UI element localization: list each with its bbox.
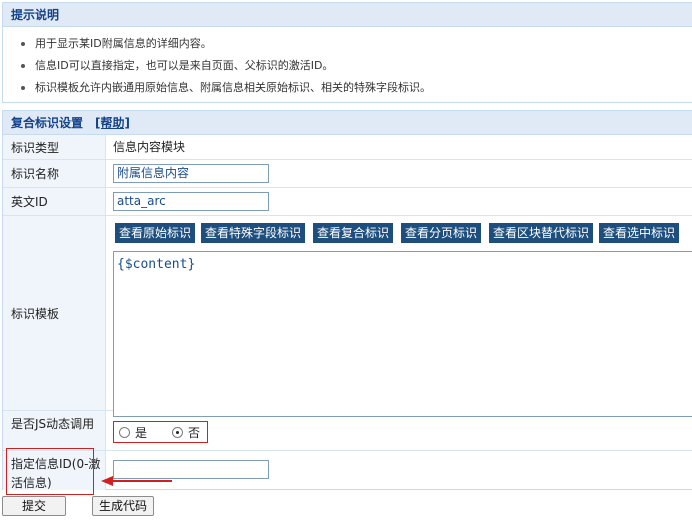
row-tag-name: 标识名称 附属信息内容 [3, 160, 692, 188]
tips-panel: 提示说明 用于显示某ID附属信息的详细内容。 信息ID可以直接指定，也可以是来自… [2, 2, 692, 103]
tips-item: 信息ID可以直接指定，也可以是来自页面、父标识的激活ID。 [3, 55, 692, 77]
radio-option-no[interactable]: 否 [172, 426, 200, 440]
form-title: 复合标识设置 [11, 116, 84, 130]
tips-list: 用于显示某ID附属信息的详细内容。 信息ID可以直接指定，也可以是来自页面、父标… [3, 27, 692, 99]
row-tag-type: 标识类型 信息内容模块 [3, 135, 692, 160]
tag-type-value: 信息内容模块 [113, 140, 186, 154]
radio-checked-icon[interactable] [172, 427, 183, 438]
generate-code-button[interactable]: 生成代码 [92, 496, 154, 516]
tag-type-label: 标识类型 [3, 135, 106, 159]
submit-button[interactable]: 提交 [2, 496, 66, 516]
form-header: 复合标识设置 [帮助] [3, 111, 692, 135]
tips-item: 标识模板允许内嵌通用原始信息、附属信息相关原始标识、相关的特殊字段标识。 [3, 77, 692, 99]
view-selected-tags-button[interactable]: 查看选中标识 [599, 223, 680, 243]
js-dynamic-radio-group: 是 否 [113, 421, 208, 443]
bullet-icon [21, 64, 25, 68]
radio-option-yes[interactable]: 是 [119, 426, 147, 440]
radio-unchecked-icon[interactable] [119, 427, 130, 438]
js-dynamic-label: 是否JS动态调用 [3, 411, 106, 450]
row-template: 标识模板 查看原始标识 查看特殊字段标识 查看复合标识 查看分页标识 查看区块替… [3, 216, 692, 417]
view-raw-tags-button[interactable]: 查看原始标识 [115, 223, 196, 243]
view-block-replace-tags-button[interactable]: 查看区块替代标识 [489, 223, 594, 243]
bullet-icon [21, 86, 25, 90]
template-textarea[interactable]: {$content} [113, 251, 692, 417]
tag-name-label: 标识名称 [3, 160, 106, 187]
row-js-dynamic: 是否JS动态调用 是 否 [3, 411, 692, 451]
view-pagination-tags-button[interactable]: 查看分页标识 [401, 223, 482, 243]
template-label: 标识模板 [3, 216, 106, 410]
tag-settings-form: 复合标识设置 [帮助] 标识类型 信息内容模块 标识名称 附属信息内容 英文ID … [2, 110, 692, 490]
arrow-left-icon [101, 476, 113, 486]
tips-item: 用于显示某ID附属信息的详细内容。 [3, 33, 692, 55]
tips-title: 提示说明 [3, 3, 692, 27]
english-id-label: 英文ID [3, 188, 106, 215]
row-english-id: 英文ID atta_arc [3, 188, 692, 216]
info-id-input[interactable] [113, 460, 269, 479]
help-link[interactable]: [帮助] [95, 116, 130, 130]
view-composite-tags-button[interactable]: 查看复合标识 [313, 223, 394, 243]
highlight-box [6, 448, 94, 495]
view-special-field-tags-button[interactable]: 查看特殊字段标识 [201, 223, 306, 243]
bullet-icon [21, 42, 25, 46]
annotation-arrow-line [112, 480, 172, 482]
tag-name-input[interactable]: 附属信息内容 [113, 164, 269, 183]
english-id-input[interactable]: atta_arc [113, 192, 269, 211]
